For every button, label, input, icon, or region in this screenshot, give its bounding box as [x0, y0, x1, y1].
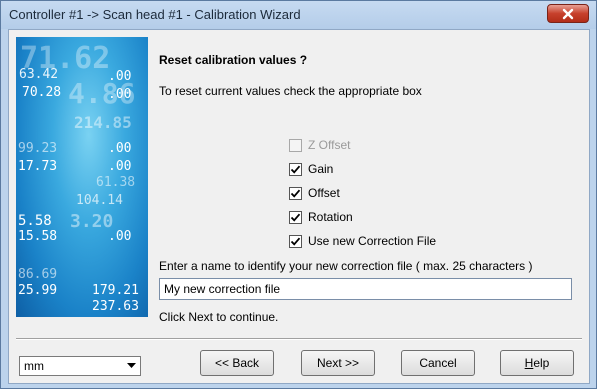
checkbox-label: Offset: [308, 186, 340, 200]
checkbox-gain[interactable]: Gain: [289, 161, 333, 177]
checkbox-rotation[interactable]: Rotation: [289, 209, 353, 225]
image-number: 25.99: [18, 283, 58, 298]
unit-select-value: mm: [24, 359, 44, 373]
next-button[interactable]: Next >>: [301, 350, 375, 376]
back-button[interactable]: << Back: [200, 350, 274, 376]
checkmark-icon: [290, 237, 301, 246]
checkbox-box[interactable]: [289, 162, 302, 176]
window-title: Controller #1 -> Scan head #1 - Calibrat…: [9, 7, 301, 22]
checkbox-box[interactable]: [289, 234, 302, 248]
title-bar[interactable]: Controller #1 -> Scan head #1 - Calibrat…: [1, 1, 596, 29]
wizard-window: Controller #1 -> Scan head #1 - Calibrat…: [0, 0, 597, 389]
checkbox-box[interactable]: [289, 186, 302, 200]
image-number: .00: [108, 229, 132, 244]
image-number: 86.69: [18, 267, 58, 282]
image-number: 237.63: [92, 299, 139, 314]
image-number: 99.23: [18, 141, 58, 156]
image-number: 17.73: [18, 159, 58, 174]
checkbox-box[interactable]: [289, 210, 302, 224]
correction-file-name-input[interactable]: My new correction file: [159, 278, 572, 300]
close-button[interactable]: [547, 4, 589, 23]
close-icon: [562, 8, 574, 19]
checkbox-box[interactable]: [289, 138, 302, 152]
unit-select[interactable]: mm: [19, 356, 141, 376]
dropdown-arrow-icon[interactable]: [123, 358, 139, 374]
image-number: 3.20: [70, 211, 114, 232]
checkbox-label: Use new Correction File: [308, 234, 437, 248]
correction-file-name-label: Enter a name to identify your new correc…: [159, 259, 533, 273]
checkbox-z-offset[interactable]: Z Offset: [289, 137, 350, 153]
image-number: 70.28: [22, 85, 62, 100]
help-button[interactable]: Help: [500, 350, 574, 376]
image-number: .00: [108, 159, 132, 174]
checkbox-label: Rotation: [308, 210, 353, 224]
wizard-side-image: 71.62 63.42 .00 70.28 4.86 .00 214.85 99…: [16, 37, 148, 317]
image-number: 15.58: [18, 229, 58, 244]
checkbox-use-new-correction-file[interactable]: Use new Correction File: [289, 233, 436, 249]
checkbox-label: Z Offset: [308, 138, 351, 152]
checkmark-icon: [290, 213, 301, 222]
checkmark-icon: [290, 165, 301, 174]
checkbox-label: Gain: [308, 162, 334, 176]
checkmark-icon: [290, 189, 301, 198]
cancel-button[interactable]: Cancel: [401, 350, 475, 376]
footer-divider: [16, 338, 582, 340]
image-number: 5.58: [18, 213, 52, 229]
image-number: 214.85: [74, 113, 132, 132]
wizard-page: 71.62 63.42 .00 70.28 4.86 .00 214.85 99…: [8, 29, 590, 384]
help-label-rest: elp: [533, 356, 550, 370]
image-number: .00: [108, 87, 132, 102]
image-number: 63.42: [19, 67, 59, 82]
image-number: 179.21: [92, 283, 139, 298]
continue-hint: Click Next to continue.: [159, 310, 279, 324]
instruction-text: To reset current values check the approp…: [159, 84, 422, 98]
page-heading: Reset calibration values ?: [159, 53, 308, 67]
image-number: 61.38: [96, 175, 136, 190]
help-accelerator: H: [524, 356, 534, 370]
image-number: 104.14: [76, 193, 123, 208]
image-number: .00: [108, 141, 132, 156]
checkbox-offset[interactable]: Offset: [289, 185, 340, 201]
